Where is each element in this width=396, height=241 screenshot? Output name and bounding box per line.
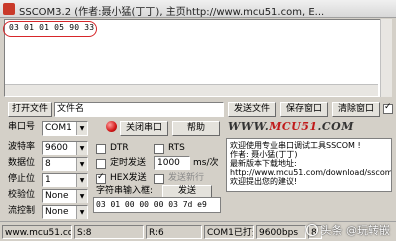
status-baud: 9600bps — [256, 225, 306, 239]
status-site: www.mcu51.cor — [2, 225, 72, 239]
interval-unit: ms/次 — [193, 158, 219, 168]
timed-send-checkbox[interactable] — [96, 159, 106, 169]
data-bits-select[interactable]: 8 ▼ — [42, 157, 88, 171]
data-bits-value: 8 — [45, 159, 51, 169]
app-icon — [3, 3, 15, 15]
data-bits-label: 数据位 — [8, 158, 36, 168]
send-newline-label: 发送新行 — [168, 173, 205, 183]
sscom-window: SSCOM3.2 (作者:聂小猛(丁丁), 主页http://www.mcu51… — [0, 0, 396, 241]
file-name-field[interactable]: 文件名 — [54, 102, 224, 117]
dtr-checkbox[interactable] — [96, 144, 106, 154]
chevron-down-icon: ▼ — [76, 206, 87, 219]
hex-send-label: HEX发送 — [110, 173, 147, 183]
port-select-value: COM1 — [45, 123, 72, 133]
info-line-4: http://www.mcu51.com/download/sscom — [230, 168, 392, 177]
dtr-label: DTR — [110, 143, 129, 153]
port-select[interactable]: COM1 ▼ — [42, 121, 88, 136]
help-button[interactable]: 帮助 — [172, 121, 220, 136]
send-input[interactable]: 03 01 00 00 00 03 7d e9 — [93, 197, 221, 213]
stop-bits-value: 1 — [45, 175, 51, 185]
window-title: SSCOM3.2 (作者:聂小猛(丁丁), 主页http://www.mcu51… — [19, 7, 325, 18]
port-label: 串口号 — [8, 122, 36, 132]
info-line-3: 最新版本下载地址: — [230, 159, 297, 168]
highlight-circle — [3, 21, 97, 37]
info-line-1: 欢迎使用专业串口调试工具SSCOM ! — [230, 141, 361, 150]
watermark-icon — [305, 224, 318, 236]
watermark: 头条 @玩转嵌 — [305, 221, 391, 241]
chevron-down-icon: ▼ — [76, 122, 87, 135]
info-box: 欢迎使用专业串口调试工具SSCOM ! 作者: 聂小猛(丁丁) 最新版本下载地址… — [226, 138, 392, 192]
baud-select[interactable]: 9600 ▼ — [42, 141, 88, 155]
chevron-down-icon: ▼ — [76, 158, 87, 171]
flow-control-value: None — [45, 207, 69, 217]
banner-prefix: WWW. — [228, 120, 270, 133]
info-line-5: 欢迎提出您的建议! — [230, 177, 298, 186]
save-window-button[interactable]: 保存窗口 — [280, 102, 328, 117]
close-port-button[interactable]: 关闭串口 — [120, 121, 168, 136]
send-newline-checkbox[interactable] — [154, 174, 164, 184]
status-received: R:6 — [146, 225, 202, 239]
hex-send-checkbox[interactable] — [96, 172, 106, 184]
chevron-down-icon: ▼ — [76, 174, 87, 187]
receive-horizontal-scrollbar[interactable] — [5, 84, 378, 96]
title-bar[interactable]: SSCOM3.2 (作者:聂小猛(丁丁), 主页http://www.mcu51… — [0, 0, 396, 18]
flow-control-label: 流控制 — [8, 206, 36, 216]
baud-label: 波特率 — [8, 142, 36, 152]
send-file-button[interactable]: 发送文件 — [228, 102, 276, 117]
banner-suffix: .COM — [317, 120, 354, 133]
watermark-text: 头条 @玩转嵌 — [320, 224, 391, 237]
parity-label: 校验位 — [8, 190, 36, 200]
port-status-led-icon — [106, 121, 117, 132]
open-file-button[interactable]: 打开文件 — [8, 102, 52, 117]
stop-bits-label: 停止位 — [8, 174, 36, 184]
parity-value: None — [45, 191, 69, 201]
rts-label: RTS — [168, 143, 185, 153]
baud-value: 9600 — [45, 143, 68, 153]
status-sent: S:8 — [74, 225, 144, 239]
parity-select[interactable]: None ▼ — [42, 189, 88, 203]
chevron-down-icon: ▼ — [76, 190, 87, 203]
clear-window-button[interactable]: 清除窗口 — [332, 102, 380, 117]
info-line-2: 作者: 聂小猛(丁丁) — [230, 150, 298, 159]
brand-banner: WWW.MCU51.COM — [228, 120, 388, 136]
banner-brand: MCU51 — [269, 120, 318, 133]
flow-control-select[interactable]: None ▼ — [42, 205, 88, 219]
hex-display-checkbox[interactable] — [383, 102, 393, 114]
chevron-down-icon: ▼ — [76, 142, 87, 155]
receive-vertical-scrollbar[interactable] — [380, 19, 392, 97]
stop-bits-select[interactable]: 1 ▼ — [42, 173, 88, 187]
timed-send-label: 定时发送 — [110, 158, 147, 168]
status-port: COM1已打开 — [204, 225, 254, 239]
interval-input[interactable]: 1000 — [154, 156, 190, 170]
rts-checkbox[interactable] — [154, 144, 164, 154]
